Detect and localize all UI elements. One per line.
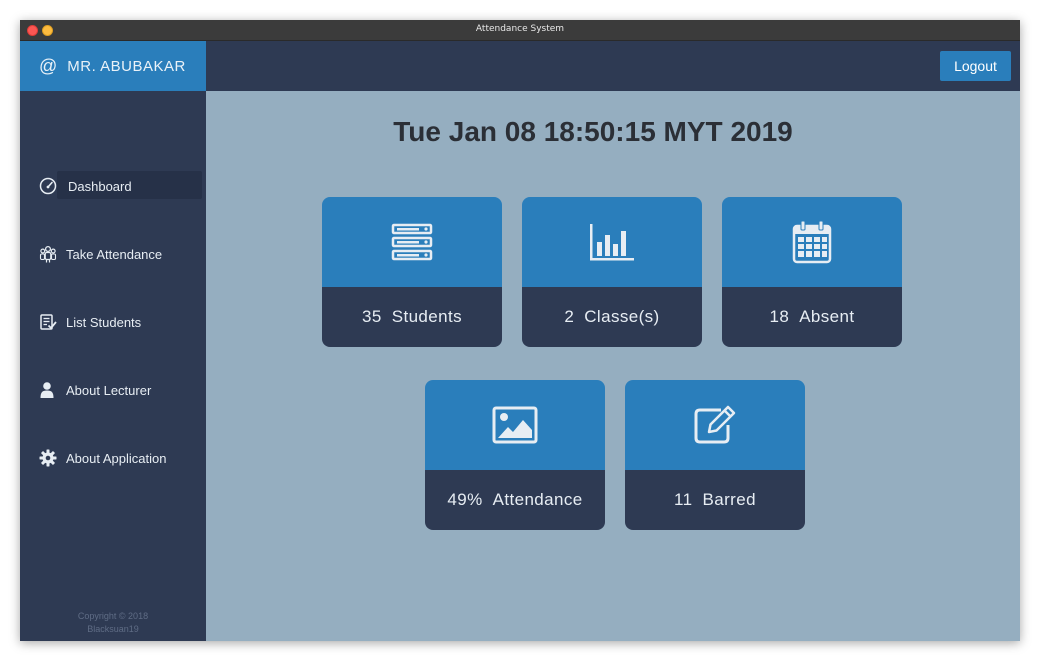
barred-card[interactable]: 11 Barred [625, 380, 805, 530]
students-label: Students [391, 307, 463, 326]
at-icon: @ [39, 55, 58, 76]
sidebar: Dashboard Take Attendance List Students … [20, 91, 206, 641]
barred-label: Barred [702, 490, 756, 509]
dashboard-gauge-icon [39, 177, 57, 195]
sidebar-item-take-attendance[interactable]: Take Attendance [20, 239, 206, 269]
card-icon-area [322, 197, 502, 287]
top-bar: @ MR. ABUBAKAR Logout [20, 41, 1020, 91]
sidebar-item-label: Take Attendance [66, 247, 163, 262]
students-card[interactable]: 35 Students [322, 197, 502, 347]
copyright: Copyright © 2018 Blacksuan19 [20, 610, 206, 636]
edit-icon [694, 405, 736, 444]
window-title: Attendance System [475, 24, 565, 34]
attendance-percent: 49% [447, 490, 483, 509]
card-icon-area [425, 380, 605, 470]
logout-button[interactable]: Logout [940, 51, 1011, 81]
gear-icon [39, 449, 57, 467]
absent-label: Absent [799, 307, 855, 326]
sidebar-item-label: List Students [66, 315, 142, 330]
attendance-label: Attendance [492, 490, 583, 509]
server-stack-icon [391, 223, 433, 261]
sidebar-item-about-lecturer[interactable]: About Lecturer [20, 375, 206, 405]
classes-label: Classe(s) [584, 307, 660, 326]
card-footer: 2 Classe(s) [522, 287, 702, 347]
calendar-icon [792, 220, 832, 264]
attendance-card[interactable]: 49% Attendance [425, 380, 605, 530]
sidebar-item-label: Dashboard [68, 179, 132, 194]
sidebar-item-label: About Application [66, 451, 167, 466]
image-icon [492, 406, 538, 444]
sidebar-item-label: About Lecturer [66, 383, 152, 398]
sidebar-item-dashboard[interactable]: Dashboard [20, 171, 206, 201]
absent-count: 18 [769, 307, 790, 326]
card-icon-area [522, 197, 702, 287]
card-icon-area [625, 380, 805, 470]
user-header: @ MR. ABUBAKAR [20, 41, 206, 91]
card-footer: 11 Barred [625, 470, 805, 530]
students-count: 35 [361, 307, 382, 326]
user-icon [40, 382, 54, 398]
user-name: MR. ABUBAKAR [67, 57, 186, 75]
card-footer: 35 Students [322, 287, 502, 347]
bar-chart-icon [590, 224, 634, 261]
copyright-line: Copyright © 2018 [77, 611, 149, 621]
absent-card[interactable]: 18 Absent [722, 197, 902, 347]
card-icon-area [722, 197, 902, 287]
sidebar-item-about-application[interactable]: About Application [20, 443, 206, 473]
card-footer: 49% Attendance [425, 470, 605, 530]
copyright-author: Blacksuan19 [87, 624, 139, 634]
classes-card[interactable]: 2 Classe(s) [522, 197, 702, 347]
card-footer: 18 Absent [722, 287, 902, 347]
current-datetime: Tue Jan 08 18:50:15 MYT 2019 [393, 116, 793, 147]
classes-count: 2 [564, 307, 575, 326]
barred-count: 11 [674, 490, 693, 509]
title-bar: Attendance System [20, 20, 1020, 41]
checklist-icon [40, 314, 57, 330]
sidebar-item-list-students[interactable]: List Students [20, 307, 206, 337]
group-icon [39, 245, 57, 263]
